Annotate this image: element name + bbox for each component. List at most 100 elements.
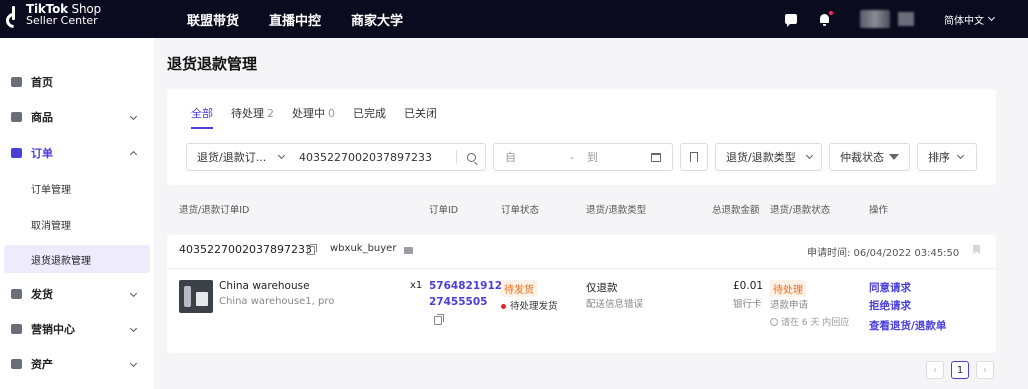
refund-status-sub: 退款申请 [770,300,809,311]
response-deadline: 请在 6 天 内回应 [770,315,849,328]
column-header-order-status: 订单状态 [501,205,540,216]
pagination-next-button[interactable]: › [976,361,994,379]
chat-icon[interactable] [785,14,797,27]
column-header-order-id: 订单ID [429,205,459,216]
sidebar-item-label: 订单 [31,147,53,160]
sidebar-item-products[interactable]: 商品 [0,103,154,131]
sidebar-subitem-cancellations[interactable]: 取消管理 [4,210,150,238]
language-label: 简体中文 [944,15,984,27]
topnav-affiliate[interactable]: 联盟带货 [187,10,239,29]
chevron-down-icon [129,324,138,333]
sidebar-subitem-order-management[interactable]: 订单管理 [4,174,150,202]
tab-label: 待处理 [231,107,264,120]
sidebar-item-orders[interactable]: 订单 [0,139,154,167]
tab-count: 0 [328,107,335,120]
topnav-live-console[interactable]: 直播中控 [269,10,321,29]
view-return-order-link[interactable]: 查看退货/退款单 [869,318,946,333]
tab-count: 2 [267,107,274,120]
flag-icon[interactable] [973,245,980,254]
tiktok-shop-logo[interactable]: TikTok Shop Seller Center [6,3,101,27]
megaphone-icon [11,324,22,334]
date-range-picker[interactable]: 自 - 到 [493,143,673,171]
sidebar-item-shipping[interactable]: 发货 [0,280,154,308]
deadline-text: 请在 6 天 内回应 [781,318,850,328]
sidebar-item-assets[interactable]: 资产 [0,350,154,378]
column-header-return-id: 退货/退款订单ID [179,205,250,216]
order-id-link[interactable]: 5764821912 [429,280,502,292]
search-type-select[interactable]: 退货/退款订... [187,149,292,165]
sidebar-item-marketing[interactable]: 营销中心 [0,315,154,343]
refund-status-badge: 待处理 [770,280,806,297]
reject-request-link[interactable]: 拒绝请求 [869,298,911,313]
copy-order-id-icon[interactable] [434,314,444,325]
order-status-detail: 待处理发货 [501,298,558,312]
tab-closed[interactable]: 已关闭 [404,105,437,129]
notification-bell-icon[interactable] [819,11,833,26]
tab-completed[interactable]: 已完成 [353,105,386,129]
buyer-name[interactable]: wbxuk_buyer [330,243,396,254]
sidebar-item-label: 首页 [31,76,53,89]
search-input[interactable]: 4035227002037897233 [292,151,456,164]
refund-type-value: 退货/退款类型 [726,151,796,164]
notification-dot [829,11,833,15]
home-icon [11,77,22,87]
calendar-icon [651,152,661,162]
refund-type-select[interactable]: 退货/退款类型 [715,143,822,171]
tab-processing[interactable]: 处理中 0 [292,105,335,129]
arbitration-filter-button[interactable]: 仲裁状态 [829,143,910,171]
account-name[interactable] [898,12,914,26]
top-bar: TikTok Shop Seller Center 联盟带货 直播中控 商家大学… [0,0,1028,38]
clock-icon [770,318,778,326]
saved-filters-button[interactable] [680,143,708,171]
tiktok-logo-icon [6,4,22,26]
chevron-down-icon [129,289,138,298]
chevron-down-icon [805,151,814,160]
tab-label: 全部 [191,107,213,120]
chevron-down-icon [956,151,965,160]
copy-icon[interactable] [307,244,317,255]
apply-time: 申请时间: 06/04/2022 03:45:50 [807,248,960,259]
pagination-prev-button[interactable]: ‹ [926,361,944,379]
wallet-icon [11,359,22,369]
status-dot-icon [501,304,506,309]
sidebar-item-label: 营销中心 [31,323,75,336]
product-sku: China warehouse1, pro [219,296,335,307]
date-from-input[interactable]: 自 [505,149,570,165]
product-thumbnail[interactable] [179,280,213,313]
approve-request-link[interactable]: 同意请求 [869,280,911,295]
sidebar-item-home[interactable]: 首页 [0,68,154,96]
avatar[interactable] [860,10,890,28]
pagination-page-1[interactable]: 1 [951,361,969,379]
order-id-link-cont[interactable]: 27455505 [429,296,487,308]
date-range-dash: - [570,150,574,164]
language-selector[interactable]: 简体中文 [944,12,996,27]
column-header-actions: 操作 [869,205,889,216]
page-title: 退货退款管理 [167,55,258,73]
order-icon [11,148,22,158]
search-type-value: 退货/退款订... [197,151,267,164]
filter-funnel-icon [889,154,899,160]
topnav-university[interactable]: 商家大学 [351,10,403,29]
message-icon[interactable] [404,247,413,254]
sidebar-item-label: 商品 [31,111,53,124]
return-order-id: 4035227002037897233 [179,243,312,256]
date-to-input[interactable]: 到 [587,149,651,165]
top-nav: 联盟带货 直播中控 商家大学 [187,0,433,38]
tab-label: 已完成 [353,107,386,120]
sidebar-item-label: 资产 [31,358,53,371]
tab-pending[interactable]: 待处理 2 [231,105,274,129]
refund-reason: 配送信息错误 [586,299,644,310]
chevron-down-icon [987,13,996,22]
sort-label: 排序 [928,151,950,164]
search-button[interactable] [457,152,485,162]
chevron-down-icon [277,151,286,160]
arbitration-label: 仲裁状态 [840,151,884,164]
tab-all[interactable]: 全部 [191,105,213,129]
logo-text-seller-center: Seller Center [26,14,98,27]
refund-amount: £0.01 [733,280,764,292]
column-header-refund-status: 退货/退款状态 [770,205,831,216]
return-order-card: 4035227002037897233 wbxuk_buyer 申请时间: 06… [167,235,996,353]
sort-select[interactable]: 排序 [917,143,977,171]
chevron-up-icon [129,150,138,159]
sidebar-subitem-returns[interactable]: 退货退款管理 [4,245,150,273]
